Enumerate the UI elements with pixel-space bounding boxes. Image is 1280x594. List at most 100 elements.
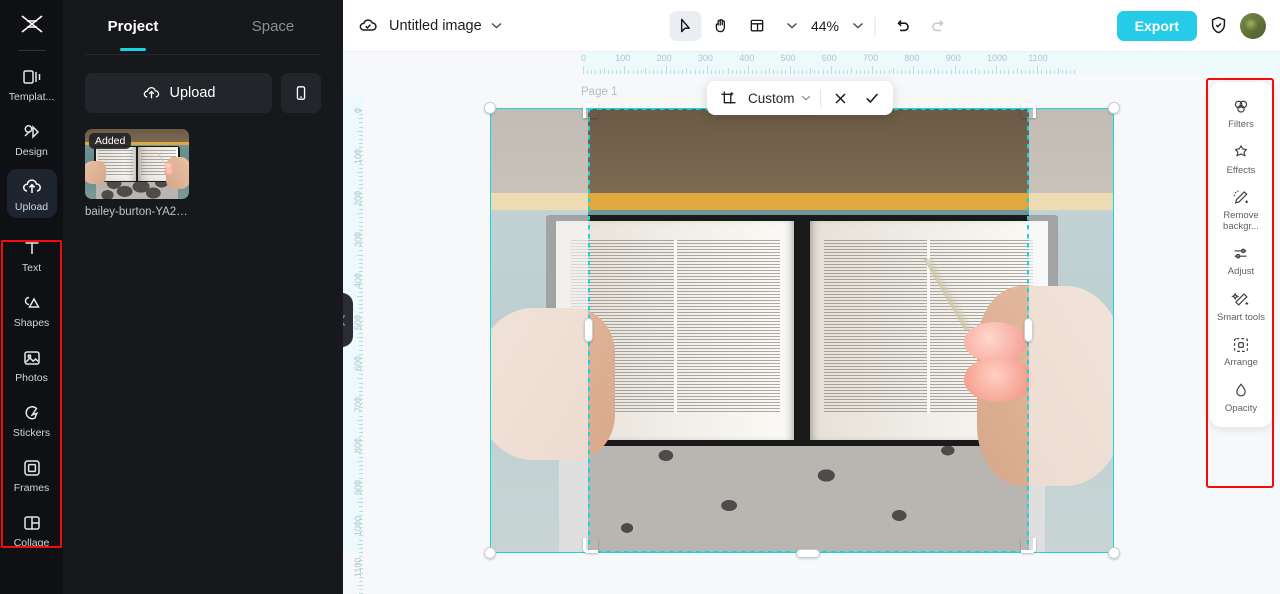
ruler-h-tick-label: 600 bbox=[821, 53, 837, 63]
ruler-h-tick-label: 1100 bbox=[1028, 53, 1048, 63]
tab-project[interactable]: Project bbox=[63, 0, 203, 54]
rail-divider bbox=[17, 50, 46, 51]
ruler-h-minor-tick bbox=[727, 68, 729, 74]
select-tool-button[interactable] bbox=[668, 10, 701, 41]
ruler-v-minor-tick bbox=[359, 494, 363, 496]
tool-filters[interactable]: Filters bbox=[1212, 90, 1270, 136]
top-toolbar: Untitled image 44% Export bbox=[343, 0, 1280, 52]
zoom-chevron-down-icon[interactable] bbox=[852, 22, 863, 29]
capcut-logo[interactable] bbox=[0, 0, 63, 48]
effects-sparkle-icon bbox=[1231, 143, 1251, 163]
redo-button[interactable] bbox=[922, 11, 954, 41]
rail-item-templates[interactable]: Templat... bbox=[7, 59, 57, 108]
text-icon bbox=[21, 237, 43, 259]
ruler-v-minor-tick bbox=[357, 419, 363, 421]
ruler-h-minor-tick bbox=[909, 70, 911, 74]
ruler-v-minor-tick bbox=[359, 535, 363, 537]
ruler-v-minor-tick bbox=[359, 229, 363, 231]
user-avatar[interactable] bbox=[1240, 12, 1266, 39]
design-icon bbox=[21, 121, 43, 143]
crop-handle-right[interactable] bbox=[1024, 318, 1033, 342]
asset-thumbnail[interactable]: Added bbox=[85, 129, 189, 199]
adjust-sliders-icon bbox=[1231, 244, 1251, 264]
rail-item-design[interactable]: Design bbox=[7, 114, 57, 163]
rail-item-photos[interactable]: Photos bbox=[7, 340, 57, 389]
undo-button[interactable] bbox=[886, 11, 918, 41]
crop-handle-bottom-right[interactable] bbox=[1021, 538, 1036, 553]
ruler-h-minor-tick bbox=[735, 70, 737, 74]
rail-item-stickers[interactable]: Stickers bbox=[7, 395, 57, 444]
crop-handle-top-right[interactable] bbox=[1021, 103, 1036, 118]
crop-handle-bottom-left[interactable] bbox=[583, 538, 598, 553]
crop-cancel-button[interactable] bbox=[830, 87, 852, 109]
ruler-h-minor-tick bbox=[971, 70, 973, 74]
layout-chevron-down-icon[interactable] bbox=[786, 22, 797, 29]
upload-button[interactable]: Upload bbox=[85, 73, 272, 113]
resize-handle-bottom-left[interactable] bbox=[484, 547, 496, 559]
rail-item-frames[interactable]: Frames bbox=[7, 450, 57, 499]
ruler-v-minor-tick bbox=[359, 200, 363, 202]
ruler-h-minor-tick bbox=[677, 70, 679, 74]
ruler-v-minor-tick bbox=[359, 320, 363, 322]
panel-collapse-handle[interactable] bbox=[343, 293, 353, 347]
ruler-h-minor-tick bbox=[772, 70, 774, 74]
collage-icon bbox=[21, 512, 43, 534]
rail-item-upload[interactable]: Upload bbox=[6, 169, 57, 218]
ruler-h-tick-label: 100 bbox=[615, 53, 631, 63]
tool-effects[interactable]: Effects bbox=[1212, 136, 1270, 182]
tool-smart-tools[interactable]: Smart tools bbox=[1212, 283, 1270, 329]
crop-confirm-button[interactable] bbox=[861, 87, 883, 109]
layout-tool-button[interactable] bbox=[741, 11, 773, 41]
crop-ratio-selector[interactable]: Custom bbox=[748, 91, 811, 106]
ruler-h-tick-label: 400 bbox=[739, 53, 755, 63]
hand-tool-button[interactable] bbox=[705, 11, 737, 41]
ruler-h-minor-tick bbox=[950, 70, 952, 74]
ruler-h-minor-tick bbox=[1029, 70, 1031, 74]
ruler-v-minor-tick bbox=[359, 390, 363, 392]
ruler-h-minor-tick bbox=[653, 70, 655, 74]
tool-adjust[interactable]: Adjust bbox=[1212, 237, 1270, 283]
document-title[interactable]: Untitled image bbox=[389, 18, 482, 34]
ruler-v-minor-tick bbox=[359, 469, 363, 471]
ruler-h-minor-tick bbox=[1024, 70, 1026, 74]
tool-remove-background[interactable]: Remove backgr... bbox=[1212, 181, 1270, 237]
upload-from-phone-button[interactable] bbox=[281, 73, 321, 113]
crop-toolbar: Custom bbox=[707, 81, 893, 115]
shield-check-icon[interactable] bbox=[1208, 15, 1229, 36]
ruler-v-minor-tick bbox=[359, 246, 363, 248]
crop-handle-left[interactable] bbox=[584, 318, 593, 342]
ruler-h-minor-tick bbox=[1045, 70, 1047, 74]
ruler-h-minor-tick bbox=[888, 70, 890, 74]
ruler-h-major-tick bbox=[583, 66, 584, 74]
rail-item-shapes[interactable]: Shapes bbox=[7, 285, 57, 334]
ruler-h-minor-tick bbox=[711, 70, 713, 74]
chevron-down-icon[interactable] bbox=[491, 22, 502, 29]
ruler-v-minor-tick bbox=[359, 204, 363, 206]
ruler-v-minor-tick bbox=[359, 221, 363, 223]
photos-icon bbox=[21, 347, 43, 369]
ruler-v-minor-tick bbox=[359, 366, 363, 368]
crop-handle-bottom[interactable] bbox=[796, 549, 820, 558]
ruler-h-minor-tick bbox=[826, 70, 828, 74]
ruler-v-minor-tick bbox=[359, 551, 363, 553]
resize-handle-top-right[interactable] bbox=[1108, 102, 1120, 114]
export-button[interactable]: Export bbox=[1116, 10, 1197, 41]
tool-opacity[interactable]: Opacity bbox=[1212, 374, 1270, 420]
ruler-h-minor-tick bbox=[962, 70, 964, 74]
crop-icon[interactable] bbox=[717, 87, 739, 109]
resize-handle-bottom-right[interactable] bbox=[1108, 547, 1120, 559]
ruler-v-major-tick bbox=[355, 564, 363, 566]
asset-item[interactable]: Added bailey-burton-YA2Ui... bbox=[85, 129, 193, 218]
tab-space[interactable]: Space bbox=[203, 0, 343, 54]
rail-label: Upload bbox=[14, 201, 49, 213]
rail-item-collage[interactable]: Collage bbox=[7, 505, 57, 554]
ruler-v-minor-tick bbox=[359, 126, 363, 128]
rail-item-text[interactable]: Text bbox=[7, 230, 57, 279]
cloud-sync-icon[interactable] bbox=[357, 15, 379, 37]
tool-arrange[interactable]: Arrange bbox=[1212, 328, 1270, 374]
crop-handle-top-left[interactable] bbox=[583, 103, 598, 118]
resize-handle-top-left[interactable] bbox=[484, 102, 496, 114]
ruler-h-minor-tick bbox=[649, 70, 651, 74]
zoom-level[interactable]: 44% bbox=[811, 18, 839, 34]
ruler-h-minor-tick bbox=[801, 70, 803, 74]
